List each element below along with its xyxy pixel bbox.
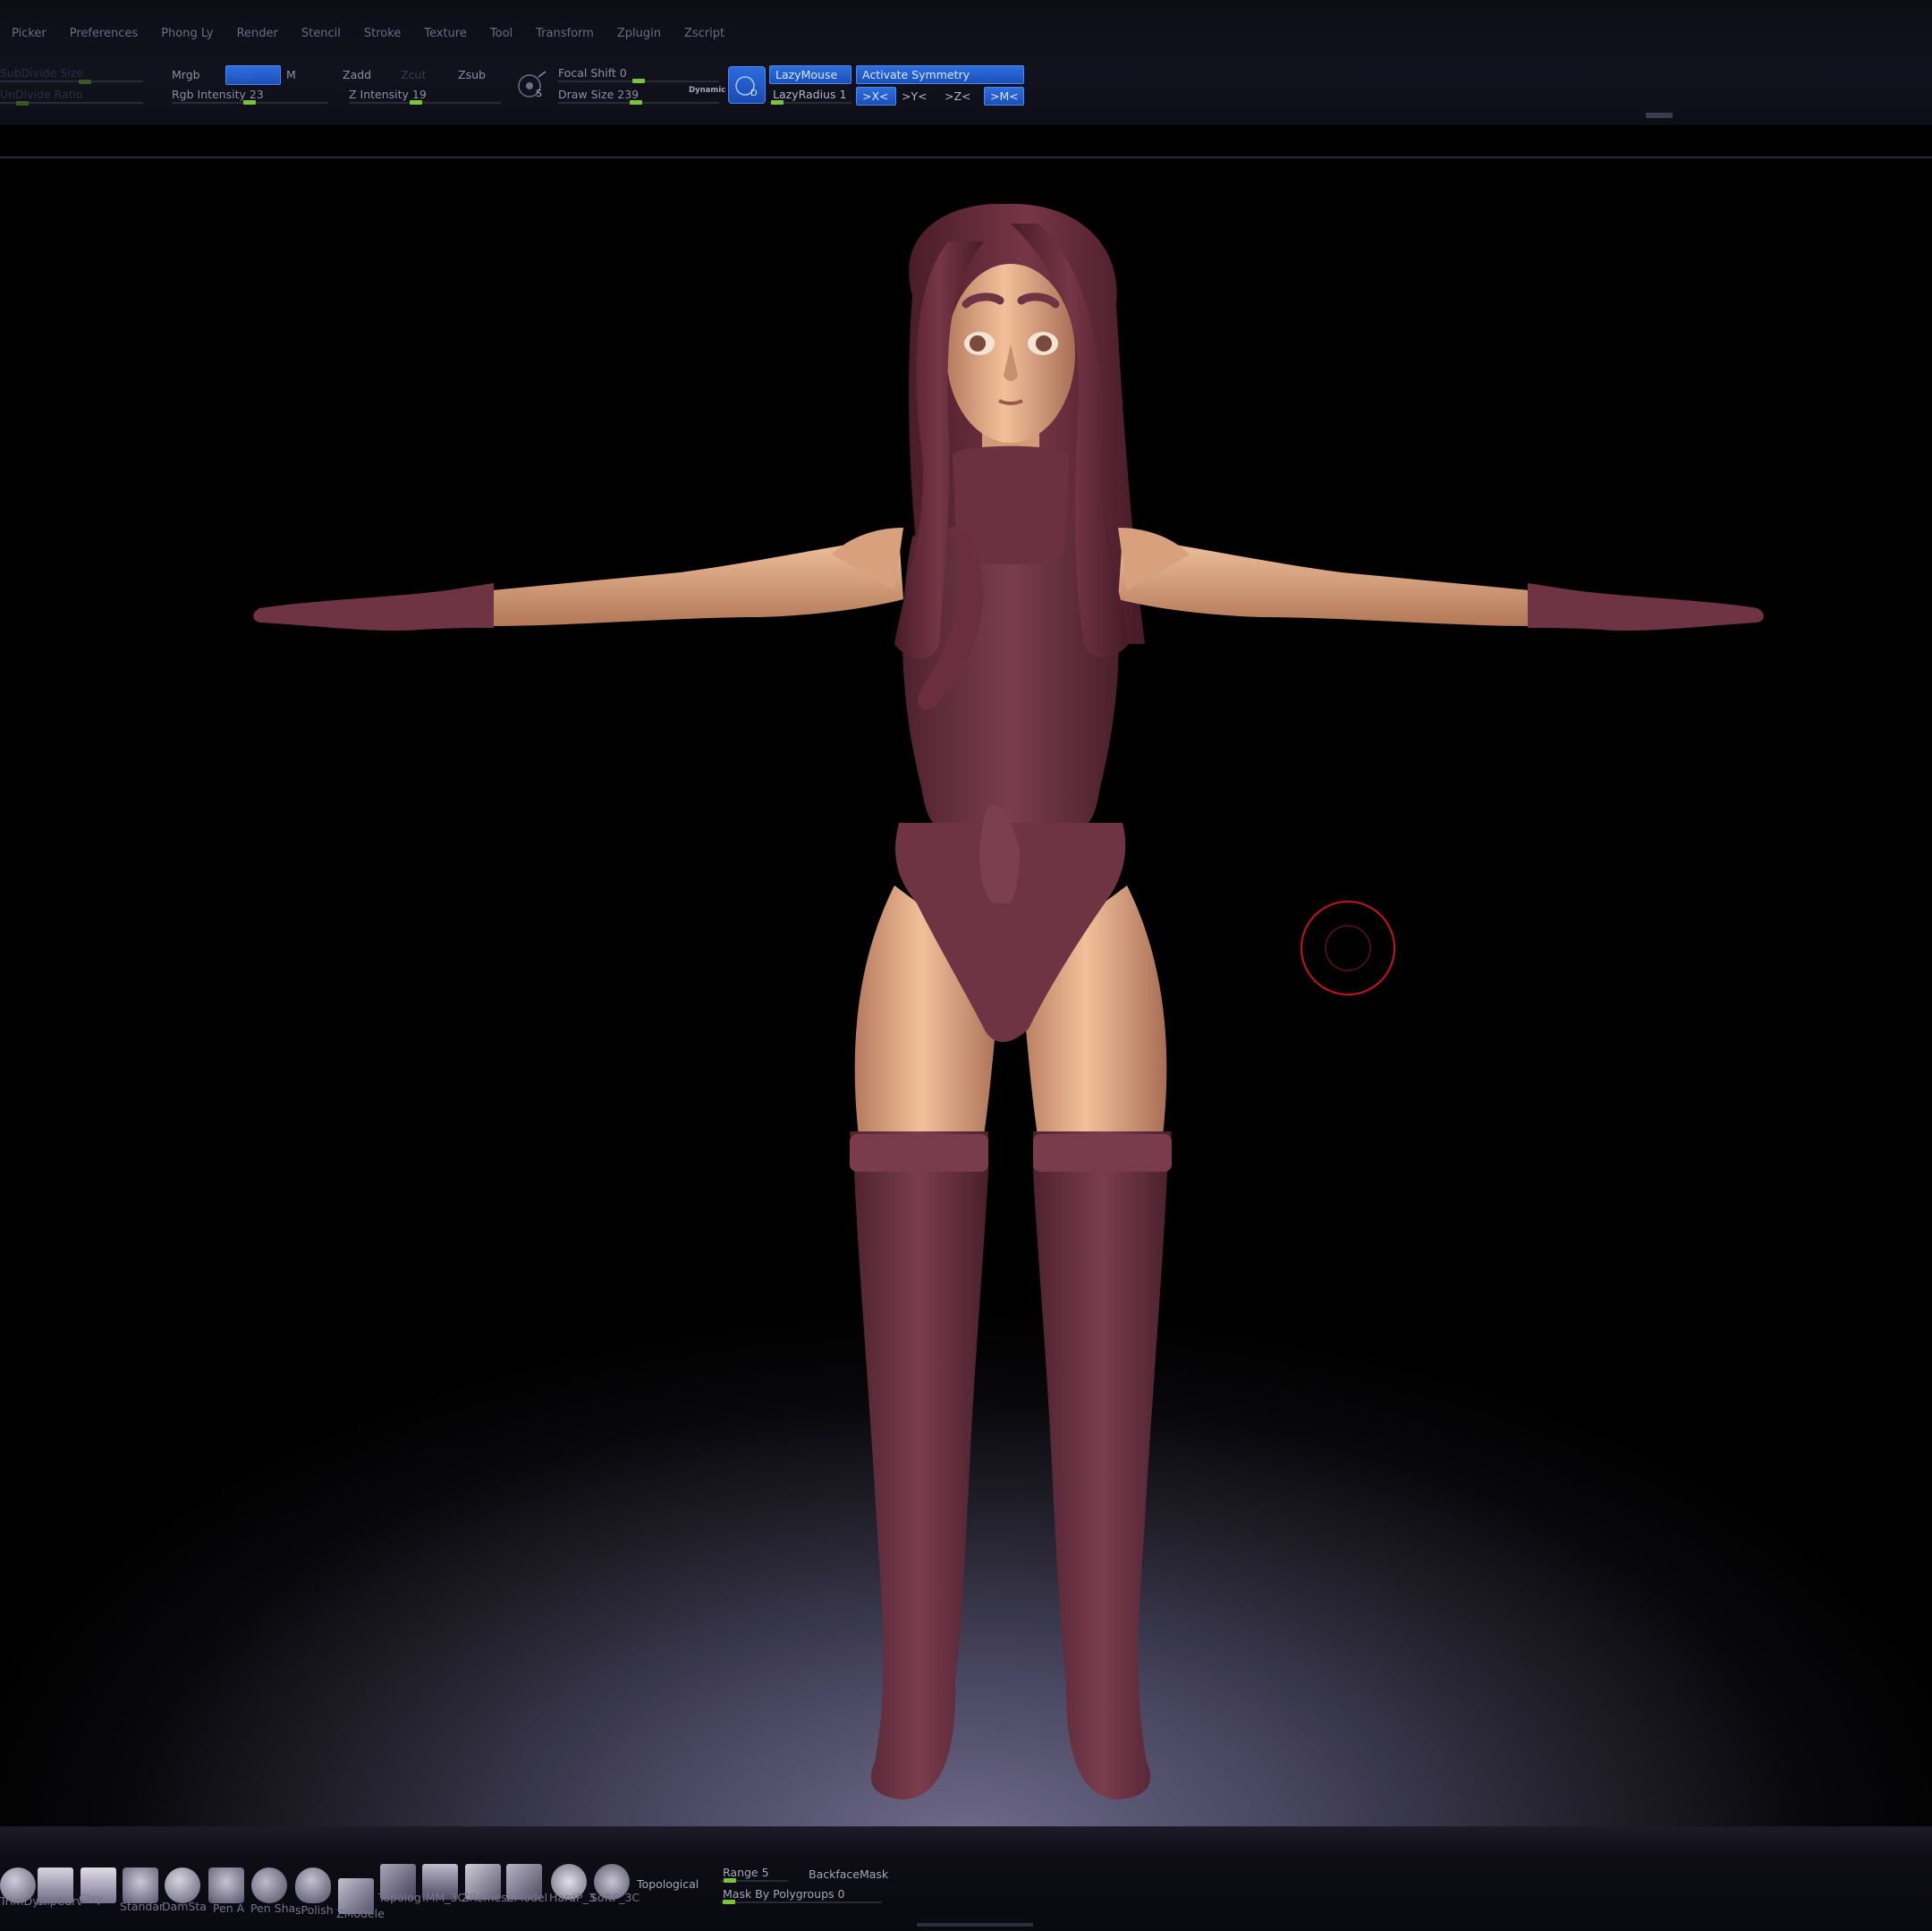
brush-label: Pen Sha	[250, 1901, 296, 1915]
menu-tool[interactable]: Tool	[479, 27, 524, 40]
menu-stroke[interactable]: Stroke	[352, 27, 412, 40]
focal-shift-slider[interactable]: Focal Shift 0	[558, 66, 627, 80]
brush-label: SoftP_3C	[590, 1891, 640, 1904]
range-slider[interactable]: Range 5	[723, 1866, 769, 1879]
menu-transform[interactable]: Transform	[524, 27, 606, 40]
draw-size-slider[interactable]: Draw Size 239	[558, 88, 639, 101]
dynamic-toggle[interactable]: Dynamic	[689, 86, 725, 95]
brush-cursor-outer	[1301, 901, 1395, 995]
svg-text:D: D	[750, 89, 758, 98]
brush-label: sPolish	[295, 1903, 334, 1917]
top-toolbar: Picker Preferences Phong Ly Render Stenc…	[0, 0, 1932, 125]
brush-label: Standar	[120, 1900, 165, 1913]
symmetry-x-button[interactable]: >X<	[856, 87, 896, 106]
zsub-button[interactable]: Zsub	[458, 68, 486, 81]
mask-by-polygroups-track[interactable]	[721, 1901, 882, 1903]
zcut-button[interactable]: Zcut	[401, 68, 426, 81]
menu-preferences[interactable]: Preferences	[58, 27, 149, 40]
standard-brush-icon[interactable]	[123, 1867, 158, 1903]
lazyradius-slider[interactable]: LazyRadius 1	[773, 88, 846, 101]
backface-mask-toggle[interactable]: BackfaceMask	[809, 1867, 888, 1881]
viewport-canvas[interactable]	[0, 158, 1932, 1826]
range-knob[interactable]	[724, 1878, 736, 1883]
undivide-ratio-slider[interactable]: UnDivide Ratio	[0, 88, 83, 101]
symmetry-y-button[interactable]: >Y<	[902, 88, 928, 106]
brush-label: HardP_3	[549, 1891, 596, 1904]
mask-by-polygroups-knob[interactable]	[723, 1900, 735, 1904]
right-iris	[1036, 335, 1052, 351]
activate-symmetry-button[interactable]: Activate Symmetry	[856, 65, 1024, 84]
brush-label: ZRemes	[462, 1891, 507, 1904]
menu-texture[interactable]: Texture	[412, 27, 479, 40]
brush-label: Topolog	[378, 1891, 421, 1904]
undivide-ratio-knob[interactable]	[16, 101, 29, 106]
focal-shift-icon[interactable]: S	[517, 70, 549, 102]
subdivide-size-slider[interactable]: SubDivide Size	[0, 66, 83, 80]
rgb-button[interactable]: Rgb	[225, 65, 281, 85]
symmetry-m-button[interactable]: >M<	[984, 87, 1024, 106]
right-boot-cuff	[1033, 1134, 1172, 1172]
brush-label: DamSta	[162, 1900, 207, 1913]
left-boot-cuff	[850, 1134, 988, 1172]
menu-zplugin[interactable]: Zplugin	[606, 27, 673, 40]
draw-size-knob[interactable]	[630, 100, 642, 105]
subdivide-size-knob[interactable]	[79, 80, 91, 84]
menu-bar: Picker Preferences Phong Ly Render Stenc…	[0, 20, 736, 47]
right-glove	[1528, 583, 1764, 631]
left-iris	[970, 335, 986, 351]
damstandard-brush-icon[interactable]	[165, 1867, 200, 1903]
brush-label: Clay	[79, 1892, 104, 1905]
spolish-brush-icon[interactable]	[295, 1867, 331, 1903]
menu-picker[interactable]: Picker	[0, 27, 58, 40]
brush-label: ClipCurv	[36, 1894, 83, 1908]
mrgb-button[interactable]: Mrgb	[172, 68, 200, 81]
subdivide-size-track[interactable]	[0, 80, 143, 82]
menu-render[interactable]: Render	[225, 27, 290, 40]
sculpt-model	[253, 203, 1764, 1800]
topological-toggle[interactable]: Topological	[637, 1877, 699, 1891]
brush-label: ZModel	[506, 1891, 548, 1904]
zadd-button[interactable]: Zadd	[343, 68, 371, 81]
rgb-intensity-slider[interactable]: Rgb Intensity 23	[172, 88, 264, 101]
lazyradius-knob[interactable]	[771, 100, 784, 105]
brush-cursor-inner	[1325, 925, 1371, 971]
svg-text:S: S	[536, 88, 542, 99]
pen-shadow-brush-icon[interactable]	[251, 1867, 287, 1903]
left-glove	[253, 583, 494, 631]
focal-shift-knob[interactable]	[632, 79, 645, 83]
brush-label: Pen A	[213, 1901, 245, 1915]
mask-by-polygroups-slider[interactable]: Mask By Polygroups 0	[723, 1887, 844, 1901]
brush-label: ZModele	[336, 1907, 385, 1920]
menu-zscript[interactable]: Zscript	[673, 27, 736, 40]
m-button[interactable]: M	[286, 68, 296, 81]
rgb-intensity-knob[interactable]	[243, 100, 256, 105]
bottom-shelf	[0, 1826, 1932, 1931]
brush-label: IMM_3C	[422, 1891, 466, 1904]
symmetry-z-button[interactable]: >Z<	[945, 88, 971, 106]
lazymouse-icon[interactable]: D	[728, 66, 766, 104]
pen-a-brush-icon[interactable]	[208, 1867, 244, 1903]
z-intensity-track[interactable]	[349, 102, 501, 104]
left-boot	[850, 1131, 988, 1800]
right-boot	[1033, 1131, 1172, 1800]
scroll-handle[interactable]	[1646, 113, 1673, 118]
menu-stencil[interactable]: Stencil	[290, 27, 352, 40]
z-intensity-slider[interactable]: Z Intensity 19	[349, 88, 427, 101]
z-intensity-knob[interactable]	[410, 100, 422, 105]
bottom-scroll-handle[interactable]	[917, 1923, 1033, 1927]
lazymouse-button[interactable]: LazyMouse	[769, 65, 852, 84]
menu-phong-ly[interactable]: Phong Ly	[149, 27, 225, 40]
